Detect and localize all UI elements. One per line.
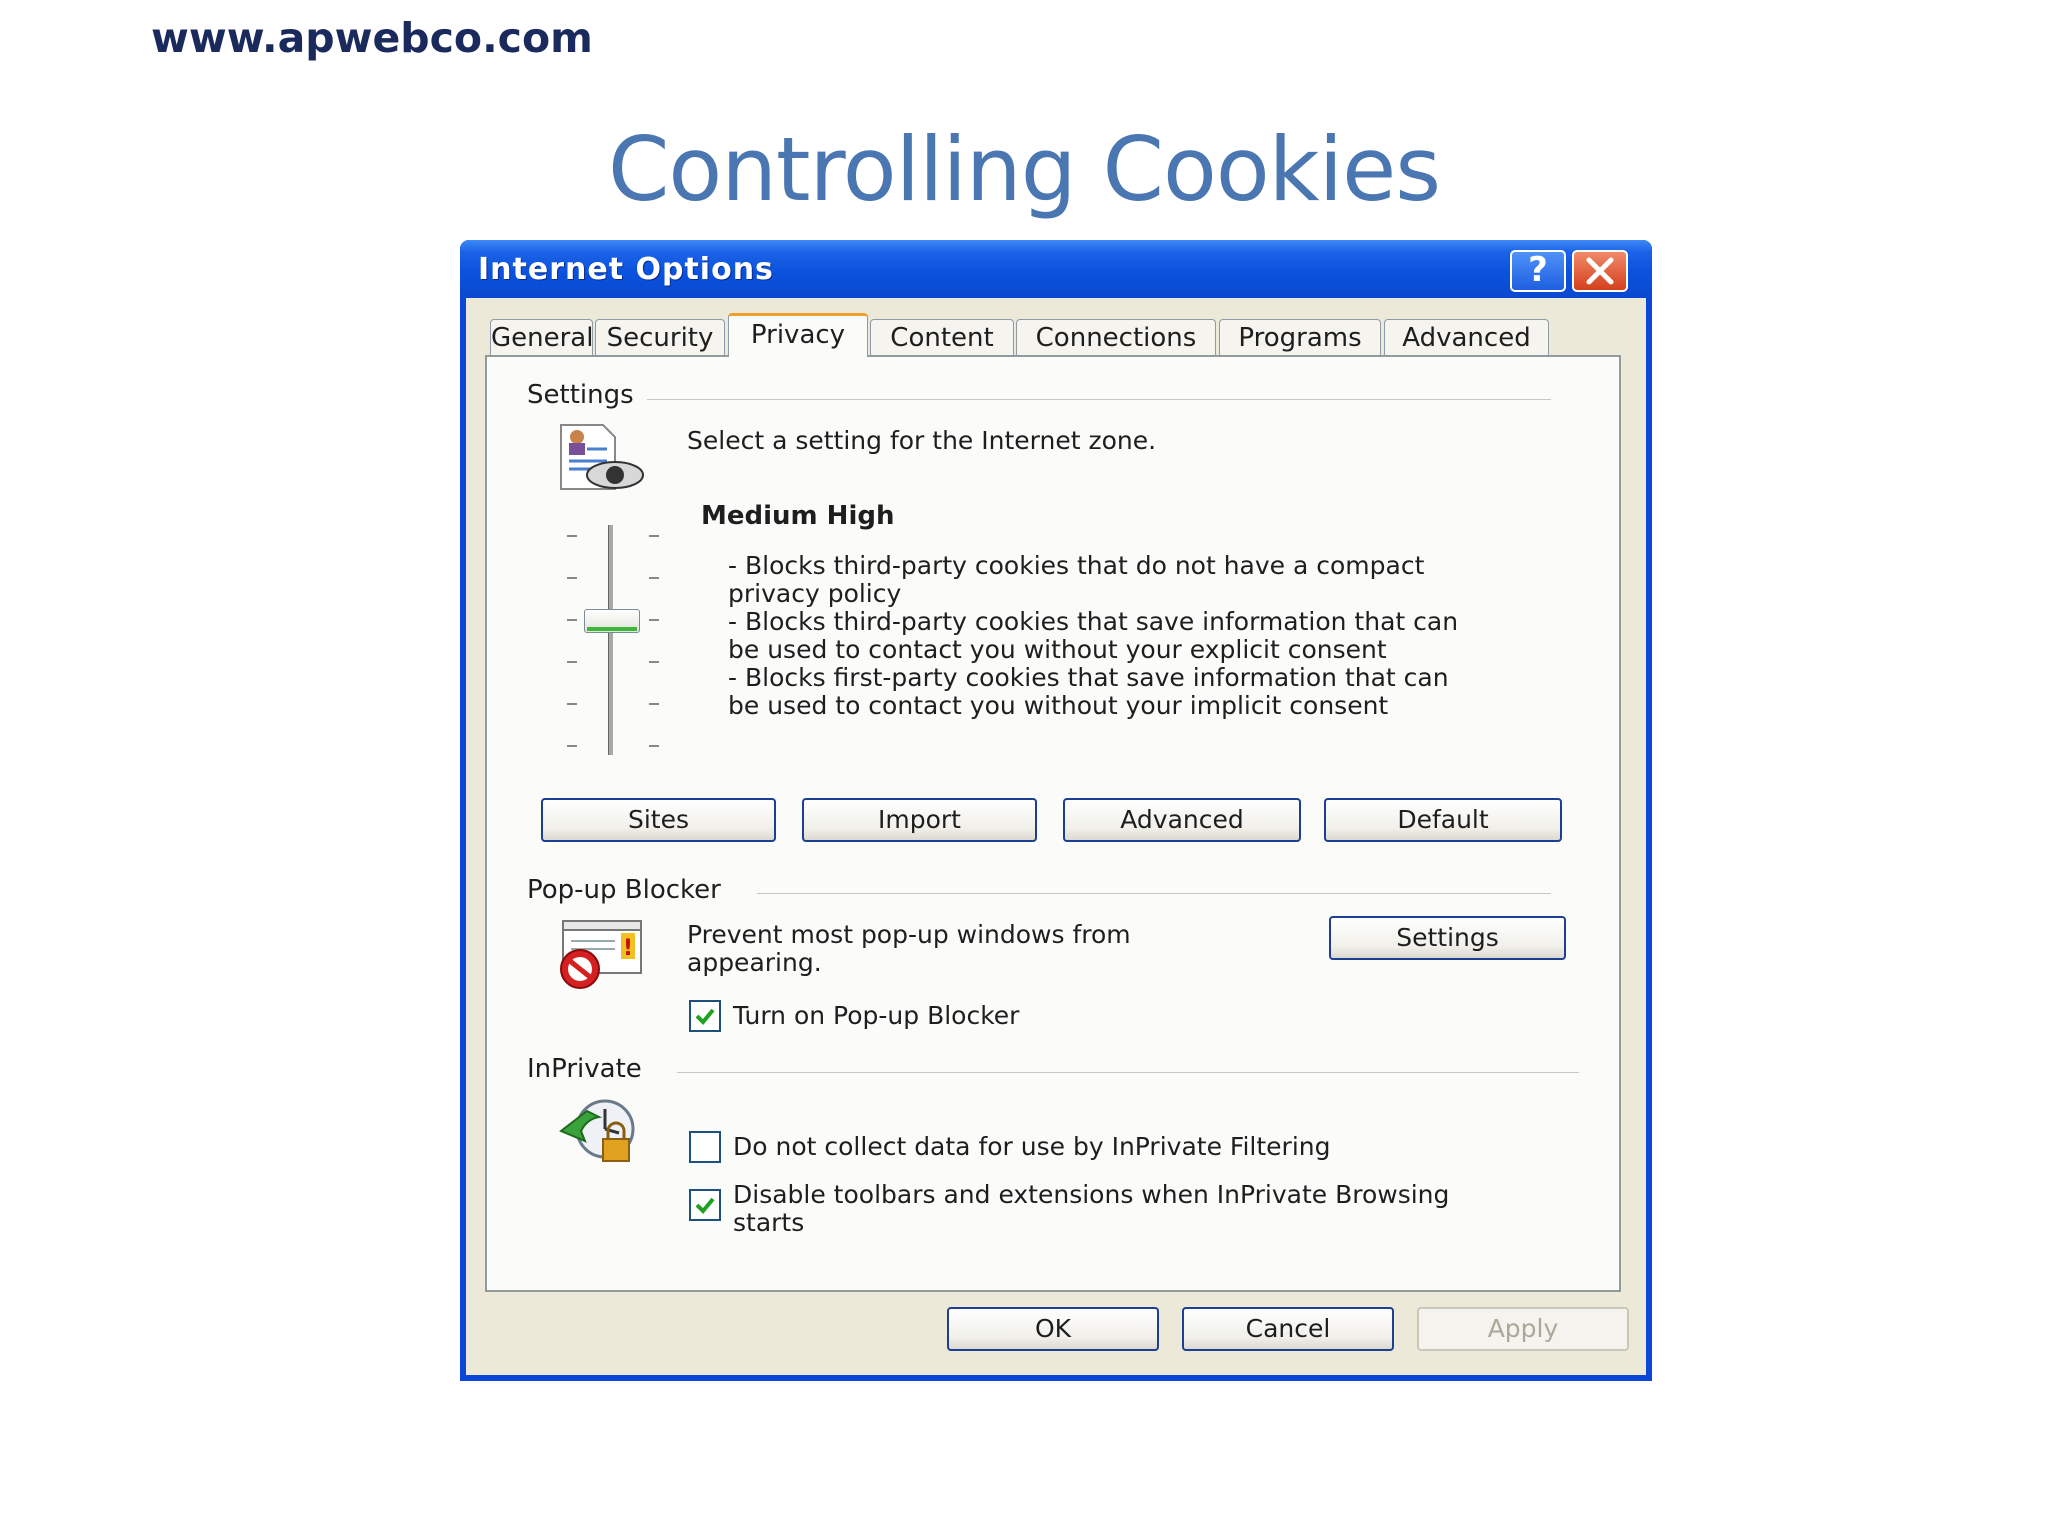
level-desc-line: be used to contact you without your impl… — [728, 691, 1389, 720]
popup-desc-line2: appearing. — [687, 948, 822, 977]
popup-blocker-icon: ! — [560, 920, 642, 989]
checkmark-icon — [695, 1008, 715, 1025]
tab-advanced[interactable]: Advanced — [1384, 319, 1549, 355]
privacy-slider-thumb[interactable] — [584, 609, 640, 633]
slider-tick — [649, 703, 659, 705]
popup-group-label: Pop-up Blocker — [527, 875, 727, 905]
slider-tick — [567, 661, 577, 663]
level-desc-line: - Blocks first-party cookies that save i… — [728, 663, 1449, 692]
tab-programs[interactable]: Programs — [1219, 319, 1381, 355]
close-button[interactable] — [1572, 250, 1628, 292]
site-url: www.apwebco.com — [151, 14, 593, 62]
level-desc-line: - Blocks third-party cookies that save i… — [728, 607, 1459, 636]
disable-toolbars-label-line1: Disable toolbars and extensions when InP… — [733, 1180, 1450, 1209]
slider-tick — [649, 619, 659, 621]
slide-title: Controlling Cookies — [607, 118, 1441, 221]
disable-toolbars-label-line2: starts — [733, 1208, 805, 1237]
disable-toolbars-checkbox[interactable] — [689, 1189, 721, 1221]
settings-divider — [647, 399, 1551, 400]
inprivate-divider — [677, 1072, 1579, 1073]
slider-tick — [649, 661, 659, 663]
window-title: Internet Options — [478, 252, 774, 287]
advanced-button[interactable]: Advanced — [1063, 798, 1301, 842]
checkmark-icon — [695, 1197, 715, 1214]
help-icon: ? — [1528, 250, 1548, 290]
level-desc-line: be used to contact you without your expl… — [728, 635, 1387, 664]
slider-tick — [567, 619, 577, 621]
privacy-tab-page: Settings Select a setting for the Intern… — [485, 355, 1621, 1292]
dialog-client: General Security Privacy Content Connect… — [466, 298, 1646, 1375]
popup-blocker-label: Turn on Pop-up Blocker — [733, 1001, 1020, 1030]
privacy-slider-track[interactable] — [608, 525, 613, 755]
inprivate-group-label: InPrivate — [527, 1054, 648, 1084]
level-desc-line: privacy policy — [728, 579, 902, 608]
tab-connections[interactable]: Connections — [1016, 319, 1216, 355]
slider-tick — [649, 535, 659, 537]
cancel-button[interactable]: Cancel — [1182, 1307, 1394, 1351]
tab-security[interactable]: Security — [595, 319, 725, 355]
ok-button[interactable]: OK — [947, 1307, 1159, 1351]
slider-tick — [567, 703, 577, 705]
slider-tick — [649, 745, 659, 747]
inprivate-filtering-checkbox[interactable] — [689, 1131, 721, 1163]
apply-button[interactable]: Apply — [1417, 1307, 1629, 1351]
settings-group-label: Settings — [527, 380, 640, 410]
sites-button[interactable]: Sites — [541, 798, 776, 842]
slider-tick — [567, 577, 577, 579]
popup-blocker-checkbox[interactable] — [689, 1000, 721, 1032]
privacy-eye-icon — [560, 424, 644, 490]
privacy-level: Medium High — [701, 501, 895, 531]
help-button[interactable]: ? — [1510, 250, 1566, 292]
slider-tick — [649, 577, 659, 579]
slider-tick — [567, 535, 577, 537]
default-button[interactable]: Default — [1324, 798, 1562, 842]
tab-general[interactable]: General — [490, 319, 593, 355]
svg-text:!: ! — [623, 936, 633, 961]
internet-options-dialog: Internet Options ? General Security Priv… — [460, 240, 1652, 1381]
popup-divider — [757, 893, 1551, 894]
level-desc-line: - Blocks third-party cookies that do not… — [728, 551, 1425, 580]
popup-settings-button[interactable]: Settings — [1329, 916, 1566, 960]
close-icon — [1586, 257, 1614, 285]
inprivate-icon — [559, 1099, 635, 1162]
popup-desc-line1: Prevent most pop-up windows from — [687, 920, 1131, 949]
tab-privacy[interactable]: Privacy — [728, 313, 868, 357]
tab-content[interactable]: Content — [870, 319, 1014, 355]
titlebar[interactable]: Internet Options ? — [460, 240, 1652, 298]
inprivate-filtering-label: Do not collect data for use by InPrivate… — [733, 1132, 1331, 1161]
slider-tick — [567, 745, 577, 747]
import-button[interactable]: Import — [802, 798, 1037, 842]
zone-instruction: Select a setting for the Internet zone. — [687, 426, 1157, 455]
